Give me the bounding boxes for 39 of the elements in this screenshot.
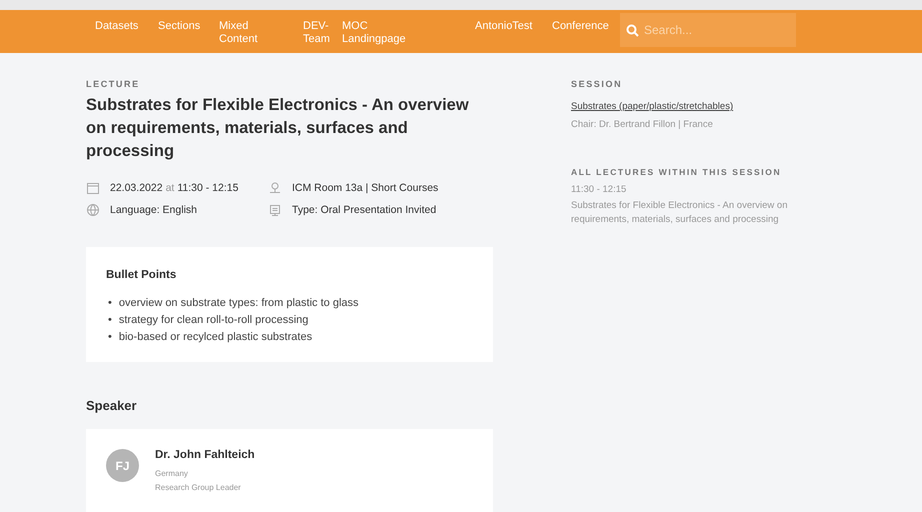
joiner-text: at <box>166 182 174 194</box>
bullet-marker: • <box>108 296 112 311</box>
lecture-detail: ICM Room 13a | Short Courses <box>292 182 438 194</box>
nav-link[interactable]: AntonioTest <box>475 10 541 32</box>
nav-link[interactable]: DEV-Team <box>303 10 335 45</box>
bullet-marker: • <box>108 330 112 345</box>
bullet-item: overview on substrate types: from plastic to glass <box>118 296 359 311</box>
lecture-detail: Type: Oral Presentation Invited <box>292 204 436 216</box>
lecture-time: 11:30 - 12:15 <box>571 183 628 197</box>
section-label: ALL LECTURES WITHIN THIS SESSION <box>571 167 782 177</box>
section-label: LECTURE <box>86 79 141 89</box>
card-title: Bullet Points <box>106 269 178 281</box>
nav-link[interactable]: Mixed Content <box>219 10 269 45</box>
speaker-avatar: FJ <box>106 449 139 482</box>
nav-link[interactable]: MOC Landingpage <box>342 10 414 45</box>
presentation-icon <box>268 203 282 217</box>
location-pin-icon <box>268 181 282 195</box>
speaker-detail: Germany <box>155 468 189 480</box>
bullet-marker: • <box>108 313 112 328</box>
section-label: SESSION <box>571 79 624 89</box>
bullet-item: bio-based or recylced plastic substrates <box>118 330 312 345</box>
lecture-title: Substrates for Flexible Electronics - An overview on requirements, materials, surfaces and processing <box>86 95 470 162</box>
lecture-link[interactable]: Substrates for Flexible Electronics - An overview on requirements, materials, surfaces and processing <box>571 199 811 227</box>
session-chair: Chair: Dr. Bertrand Fillon | France <box>571 118 714 132</box>
nav-link[interactable]: Datasets <box>95 10 147 32</box>
nav-link[interactable]: Conference <box>552 10 612 32</box>
nav-link[interactable]: Sections <box>158 10 208 32</box>
speaker-detail: Research Group Leader <box>155 482 242 494</box>
speaker-heading: Speaker <box>86 398 138 413</box>
search-icon <box>626 24 639 37</box>
calendar-icon <box>86 181 100 195</box>
globe-icon <box>86 203 100 217</box>
speaker-name: Dr. John Fahlteich <box>155 449 255 461</box>
lecture-detail: Language: English <box>110 204 197 216</box>
lecture-date: 22.03.2022 <box>110 182 163 194</box>
lecture-time: 11:30 - 12:15 <box>177 182 238 194</box>
session-link[interactable]: Substrates (paper/plastic/stretchables) <box>571 101 811 112</box>
search-field[interactable]: Search... <box>620 13 796 47</box>
bullet-item: strategy for clean roll-to-roll processing <box>118 313 308 328</box>
